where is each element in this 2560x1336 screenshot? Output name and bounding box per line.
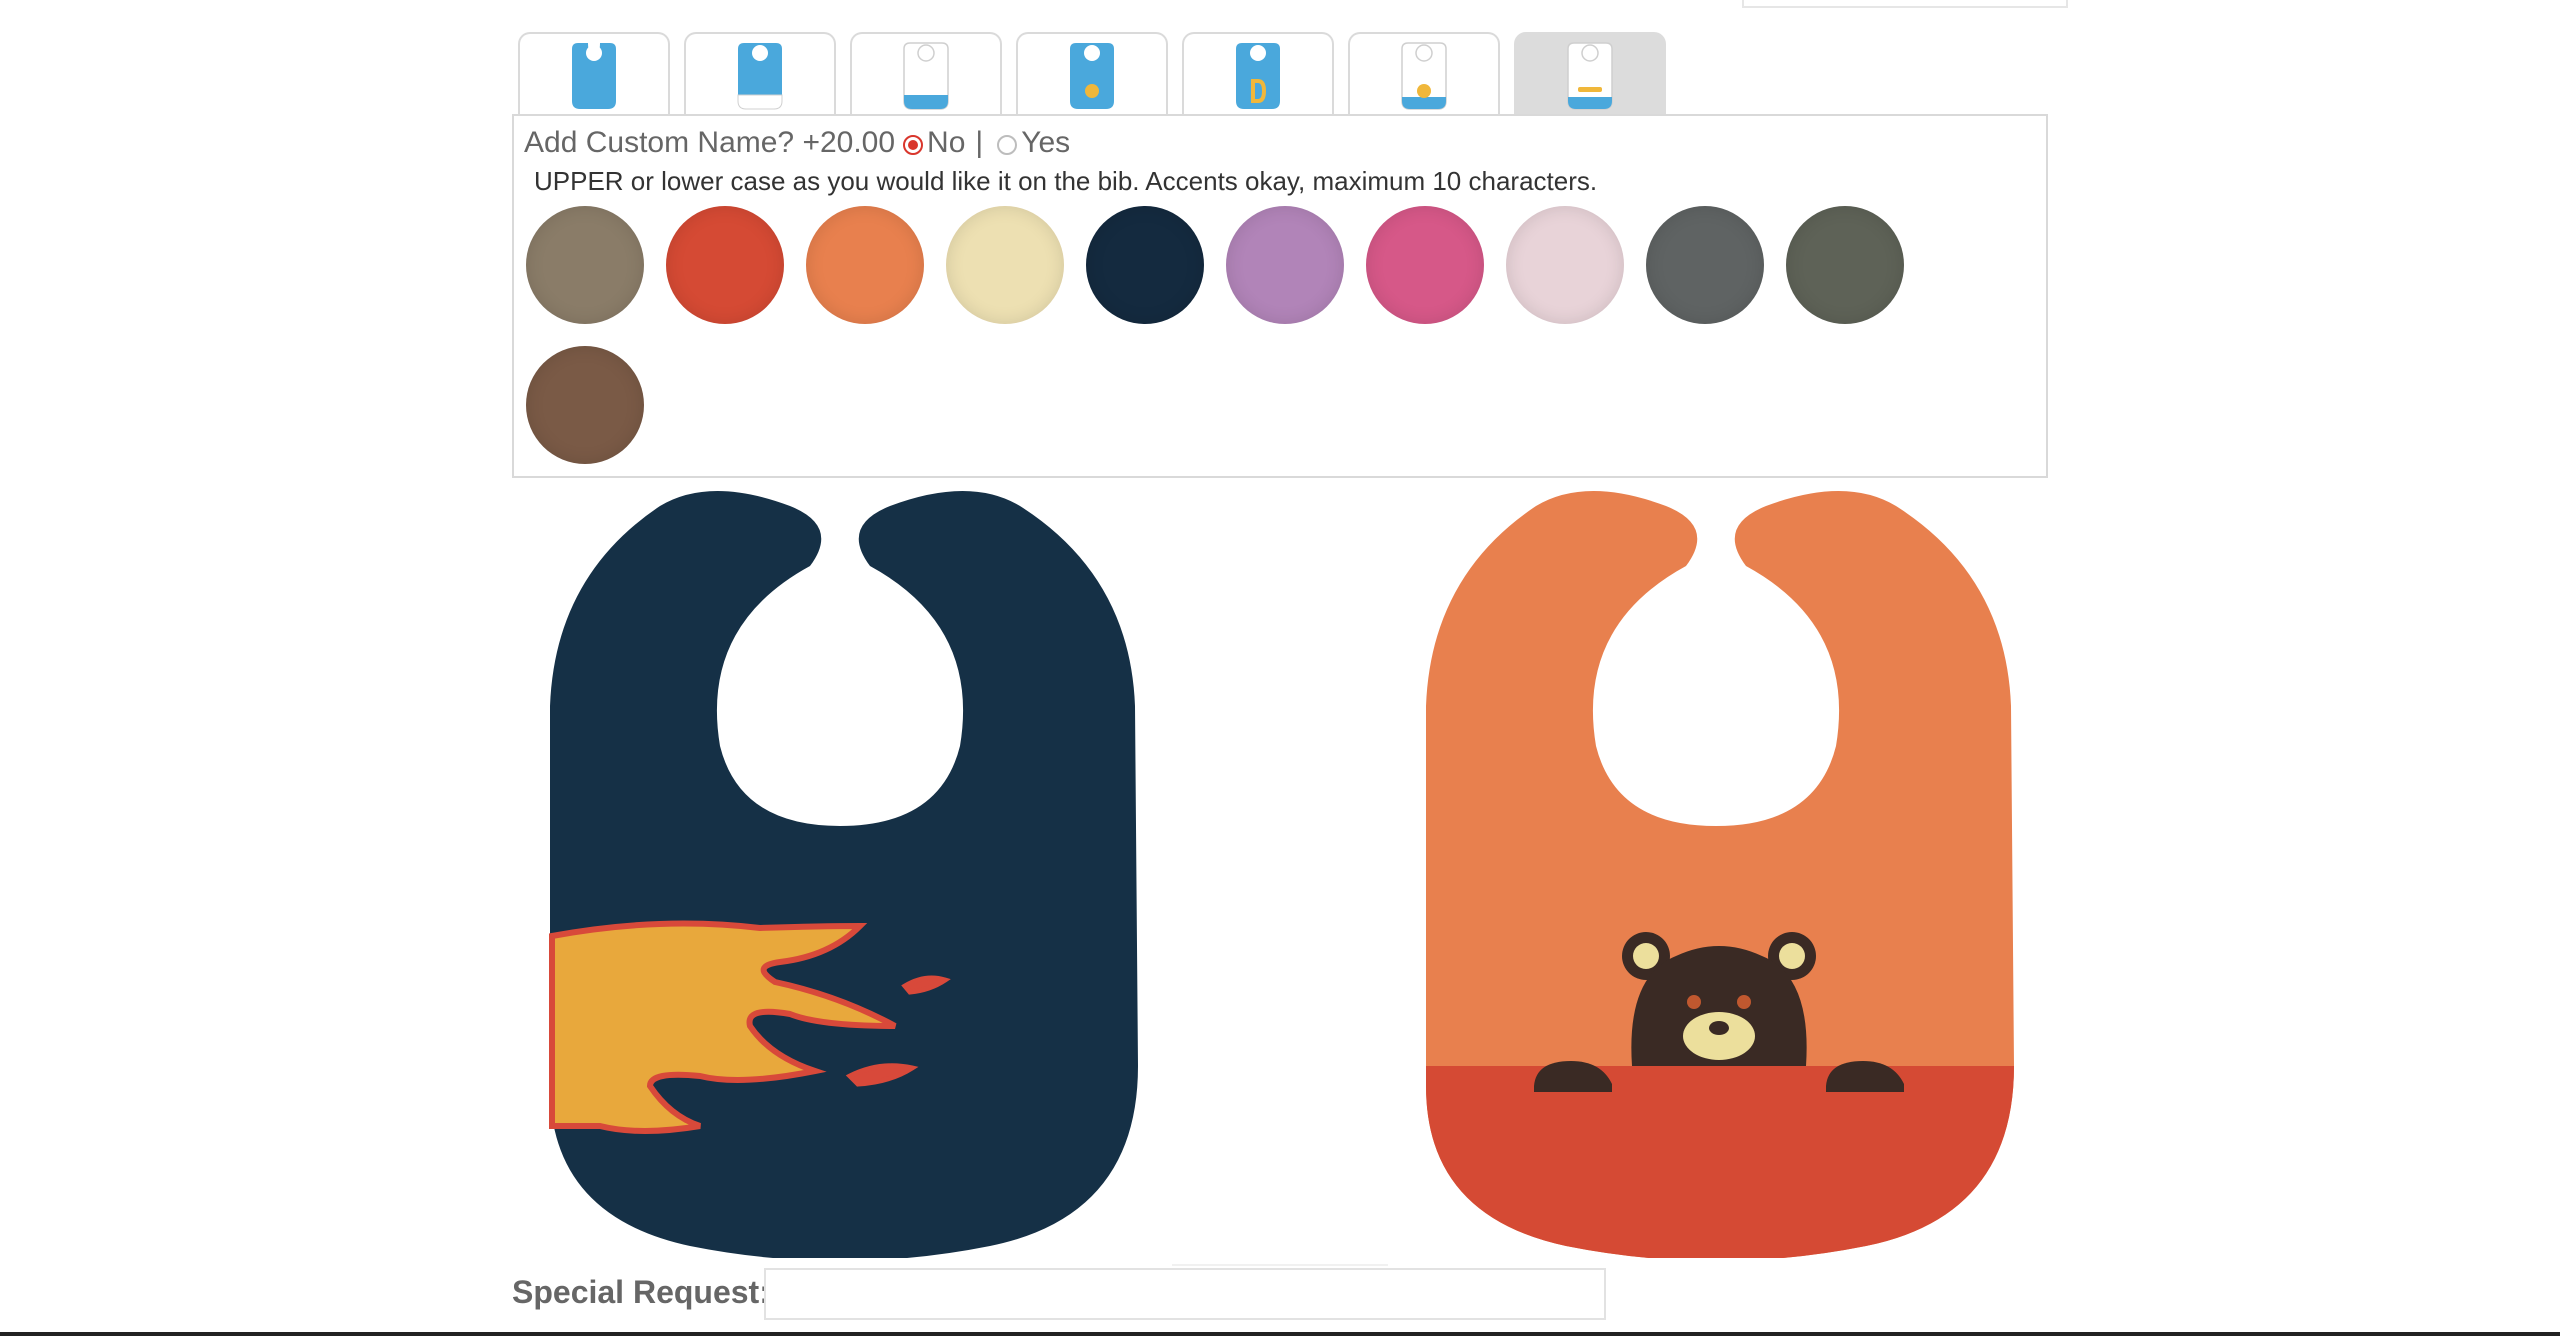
radio-no[interactable]	[903, 135, 924, 155]
color-swatch[interactable]	[1786, 206, 1904, 324]
bib-white-yellow-line-icon	[1567, 42, 1613, 110]
color-swatch[interactable]	[1226, 206, 1344, 324]
tab-white-bib-yellow-line-blue-bottom[interactable]	[1514, 32, 1666, 116]
special-request-label: Special Request:	[512, 1274, 770, 1310]
option-separator: |	[975, 126, 984, 159]
bib-solid-blue-icon	[572, 43, 616, 109]
tab-blue-bib-yellow-dot[interactable]	[1016, 32, 1168, 116]
page-bottom-border	[0, 1332, 2560, 1336]
bib-blue-letter-d-icon	[1236, 43, 1280, 109]
tab-white-bib-blue-bottom[interactable]	[850, 32, 1002, 116]
divider-line	[1172, 1264, 1388, 1266]
bib-blue-yellow-dot-icon	[1070, 43, 1114, 109]
color-swatch[interactable]	[1086, 206, 1204, 324]
custom-name-question: Add Custom Name? +20.00	[524, 126, 896, 159]
color-swatch[interactable]	[806, 206, 924, 324]
radio-yes[interactable]	[997, 135, 1018, 155]
color-swatch[interactable]	[1506, 206, 1624, 324]
tab-blue-bib-letter-d[interactable]	[1182, 32, 1334, 116]
color-swatch[interactable]	[946, 206, 1064, 324]
bib-blue-white-bottom-icon	[737, 43, 783, 110]
color-swatch[interactable]	[1646, 206, 1764, 324]
special-request-input[interactable]	[764, 1268, 1606, 1320]
tab-solid-blue-bib[interactable]	[518, 32, 670, 116]
bib-white-blue-bottom-icon	[903, 42, 949, 110]
custom-name-hint: UPPER or lower case as you would like it…	[534, 166, 1598, 196]
tab-blue-bib-white-bottom[interactable]	[684, 32, 836, 116]
bear-bib-image	[1426, 491, 2014, 1258]
custom-name-row: Add Custom Name? +20.00 No | Yes	[524, 126, 1070, 160]
radio-yes-label[interactable]: Yes	[1021, 126, 1070, 160]
tab-white-bib-yellow-dot-blue-bottom[interactable]	[1348, 32, 1500, 116]
flame-bib-image	[549, 491, 1138, 1258]
bib-white-yellow-dot-icon	[1401, 42, 1447, 110]
color-swatch[interactable]	[666, 206, 784, 324]
color-swatch[interactable]	[526, 206, 644, 324]
left-bib-preview	[540, 486, 1140, 1258]
color-swatch[interactable]	[526, 346, 644, 464]
color-swatch[interactable]	[1366, 206, 1484, 324]
radio-no-label[interactable]: No	[927, 126, 965, 160]
custom-name-panel: Add Custom Name? +20.00 No | Yes UPPER o…	[512, 114, 2048, 478]
top-field-edge	[1742, 0, 2068, 8]
right-bib-preview	[1416, 486, 2016, 1258]
